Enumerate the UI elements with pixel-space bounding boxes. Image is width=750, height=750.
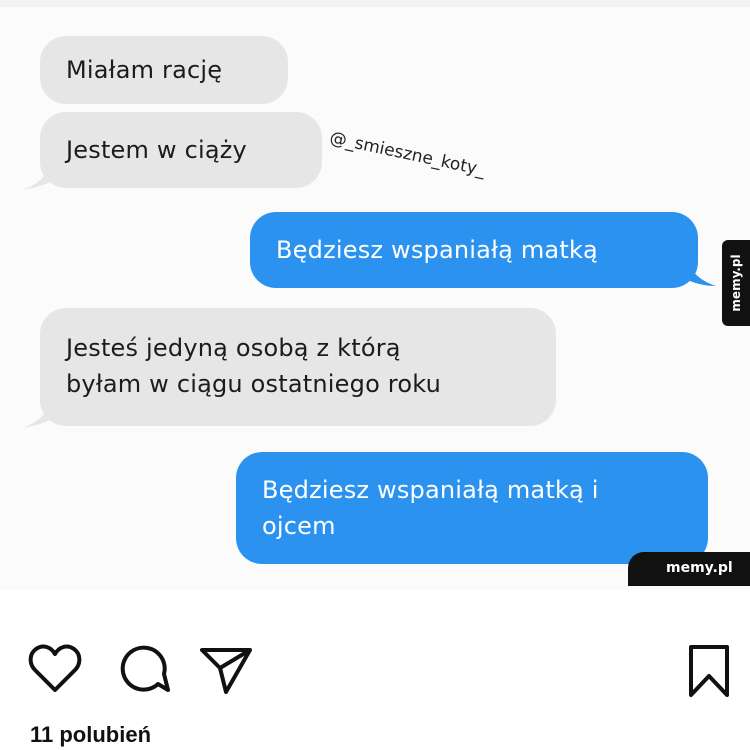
message-bubble-incoming: Jesteś jedyną osobą z którą byłam w ciąg… xyxy=(40,308,556,426)
heart-icon[interactable] xyxy=(28,644,82,694)
bubble-tail xyxy=(22,398,58,428)
post-actions-bar xyxy=(0,620,750,710)
message-bubble-outgoing: Będziesz wspaniałą matką xyxy=(250,212,698,288)
message-text-line: byłam w ciągu ostatniego roku xyxy=(66,370,441,398)
comment-icon[interactable] xyxy=(116,644,170,696)
memy-corner-logo: memy.pl xyxy=(628,552,750,586)
message-bubble-incoming: Miałam rację xyxy=(40,36,288,104)
bubble-tail xyxy=(22,160,58,190)
post-image: Miałam rację Jestem w ciąży @_smieszne_k… xyxy=(0,0,750,590)
message-text-line: Będziesz wspaniałą matką i xyxy=(262,476,599,504)
message-text: Jestem w ciąży xyxy=(66,136,247,164)
memy-side-logo: memy.pl xyxy=(722,240,750,326)
message-text: Będziesz wspaniałą matką xyxy=(276,236,598,264)
bookmark-icon[interactable] xyxy=(688,644,730,698)
message-bubble-outgoing: Będziesz wspaniałą matką i ojcem xyxy=(236,452,708,564)
message-bubble-incoming: Jestem w ciąży xyxy=(40,112,322,188)
watermark-handle: @_smieszne_koty_ xyxy=(327,128,488,181)
top-divider xyxy=(0,0,750,7)
likes-count[interactable]: 11 polubień xyxy=(30,722,151,748)
message-text-line: Jesteś jedyną osobą z którą xyxy=(66,334,401,362)
message-text: Miałam rację xyxy=(66,56,223,84)
send-icon[interactable] xyxy=(200,646,252,694)
message-text-line: ojcem xyxy=(262,512,336,540)
bubble-tail xyxy=(684,256,716,286)
